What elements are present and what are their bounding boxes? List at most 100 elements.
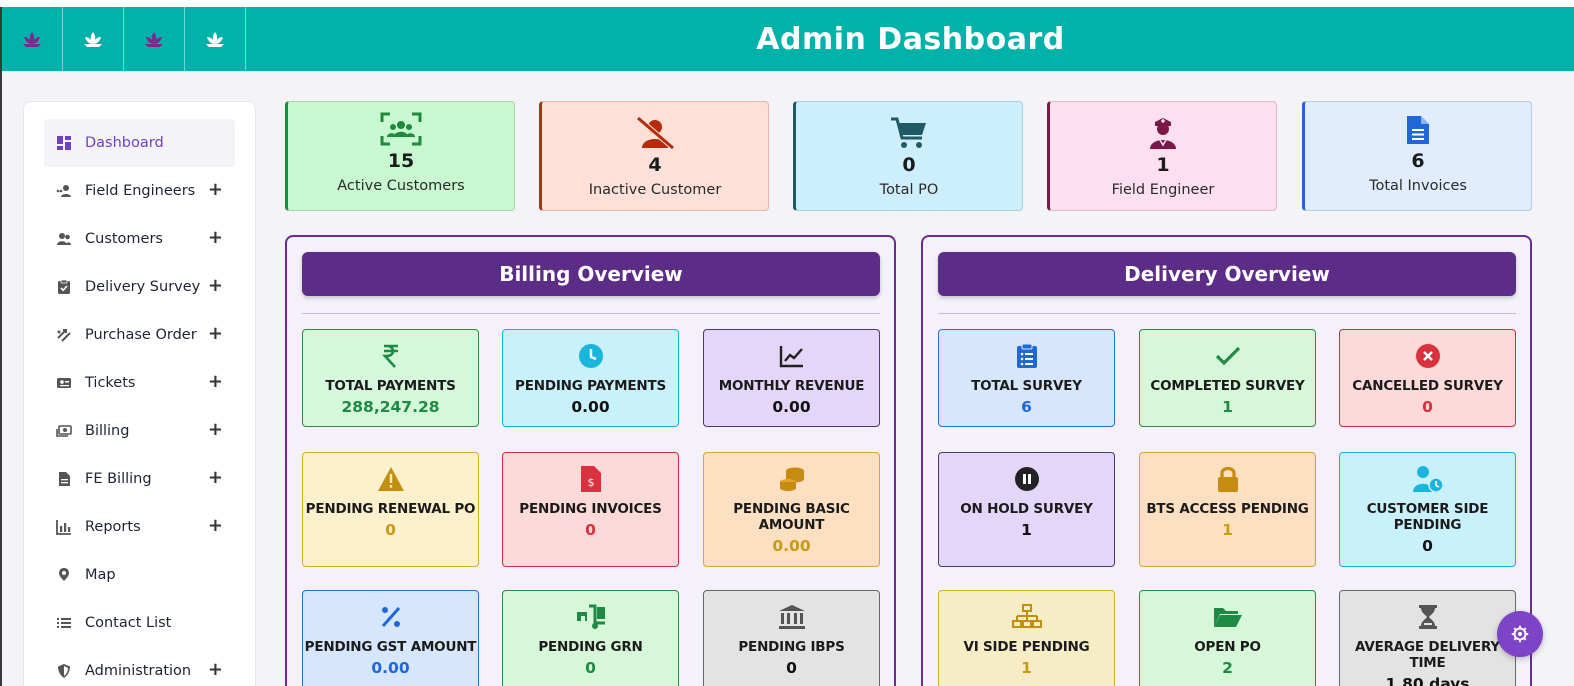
engineer-icon: [1148, 110, 1178, 150]
sidebar-item-tickets[interactable]: Tickets +: [44, 359, 235, 407]
stat-card-total-invoices[interactable]: 6 Total Invoices: [1302, 101, 1532, 211]
sidebar-item-label: Dashboard: [85, 135, 164, 151]
expand-icon[interactable]: +: [208, 420, 223, 440]
kpi-card-pending-basic-amount[interactable]: PENDING BASIC AMOUNT 0.00: [703, 452, 880, 567]
billing-overview-panel: Billing Overview TOTAL PAYMENTS 288,247.…: [285, 235, 896, 686]
stat-card-active-customers[interactable]: 15 Active Customers: [285, 101, 515, 211]
customers-icon: [55, 230, 73, 248]
kpi-card-on-hold-survey[interactable]: ON HOLD SURVEY 1: [938, 452, 1115, 567]
svg-text:$: $: [587, 476, 594, 489]
engineers-icon: [55, 182, 73, 200]
sidebar-item-administration[interactable]: Administration +: [44, 647, 235, 686]
kpi-label: TOTAL SURVEY: [971, 378, 1082, 394]
kpi-value: 1: [1222, 398, 1233, 416]
x-circle-icon: [1415, 342, 1441, 370]
kpi-card-completed-survey[interactable]: COMPLETED SURVEY 1: [1139, 329, 1316, 427]
stat-card-total-po[interactable]: 0 Total PO: [793, 101, 1023, 211]
expand-icon[interactable]: +: [208, 324, 223, 344]
kpi-card-pending-gst-amount[interactable]: PENDING GST AMOUNT 0.00: [302, 590, 479, 686]
kpi-card-pending-grn[interactable]: PENDING GRN 0: [502, 590, 679, 686]
lotus-icon: [206, 32, 224, 47]
line-chart-icon: [779, 342, 805, 370]
list-icon: [55, 614, 73, 632]
clipboard-list-icon: [1016, 342, 1038, 370]
kpi-label: PENDING RENEWAL PO: [305, 501, 476, 517]
stat-label: Inactive Customer: [588, 182, 722, 198]
lotus-logo-cell[interactable]: [63, 7, 124, 71]
settings-icon: [1511, 625, 1529, 643]
money-icon: [55, 422, 73, 440]
kpi-card-average-delivery-time[interactable]: AVERAGE DELIVERY TIME 1.80 days: [1339, 590, 1516, 686]
stat-label: Total PO: [879, 182, 939, 198]
expand-icon[interactable]: +: [208, 228, 223, 248]
kpi-value: 0: [1422, 537, 1433, 555]
expand-icon[interactable]: +: [208, 276, 223, 296]
panel-title: Delivery Overview: [938, 252, 1516, 296]
expand-icon[interactable]: +: [208, 180, 223, 200]
kpi-card-pending-renewal-po[interactable]: PENDING RENEWAL PO 0: [302, 452, 479, 567]
stat-value: 1: [1156, 154, 1170, 176]
kpi-value: 288,247.28: [341, 398, 440, 416]
sidebar-item-purchase-order[interactable]: Purchase Order +: [44, 311, 235, 359]
stat-card-inactive-customer[interactable]: 4 Inactive Customer: [539, 101, 769, 211]
lotus-logo-cell[interactable]: [2, 7, 63, 71]
kpi-value: 0: [385, 521, 396, 539]
lotus-logo-cell[interactable]: [124, 7, 185, 71]
expand-icon[interactable]: +: [208, 660, 223, 680]
sidebar-item-fe-billing[interactable]: FE Billing +: [44, 455, 235, 503]
kpi-card-open-po[interactable]: OPEN PO 2: [1139, 590, 1316, 686]
kpi-card-vi-side-pending[interactable]: VI SIDE PENDING 1: [938, 590, 1115, 686]
stat-value: 4: [648, 154, 662, 176]
kpi-card-monthly-revenue[interactable]: MONTHLY REVENUE 0.00: [703, 329, 880, 427]
kpi-label: PENDING INVOICES: [519, 501, 662, 517]
hourglass-icon: [1418, 603, 1438, 631]
kpi-card-pending-ibps[interactable]: PENDING IBPS 0: [703, 590, 880, 686]
kpi-card-cancelled-survey[interactable]: CANCELLED SURVEY 0: [1339, 329, 1516, 427]
kpi-label: PENDING BASIC AMOUNT: [733, 501, 850, 533]
sidebar-item-label: FE Billing: [85, 471, 152, 487]
kpi-value: 0.00: [571, 398, 610, 416]
kpi-card-pending-payments[interactable]: PENDING PAYMENTS 0.00: [502, 329, 679, 427]
sidebar-item-customers[interactable]: Customers +: [44, 215, 235, 263]
sidebar-item-dashboard[interactable]: Dashboard: [44, 119, 235, 167]
network-icon: [1011, 603, 1042, 631]
sidebar-item-label: Contact List: [85, 615, 172, 631]
sidebar-item-map[interactable]: Map: [44, 551, 235, 599]
kpi-card-total-survey[interactable]: TOTAL SURVEY 6: [938, 329, 1115, 427]
percent-icon: [380, 603, 402, 631]
delivery-overview-panel: Delivery Overview TOTAL SURVEY 6 COMPLET…: [921, 235, 1532, 686]
expand-icon[interactable]: +: [208, 468, 223, 488]
kpi-card-total-payments[interactable]: TOTAL PAYMENTS 288,247.28: [302, 329, 479, 427]
sidebar-item-label: Customers: [85, 231, 163, 247]
settings-button[interactable]: [1497, 611, 1543, 657]
kpi-card-pending-invoices[interactable]: $ PENDING INVOICES 0: [502, 452, 679, 567]
rupee-icon: [381, 342, 401, 370]
sidebar-item-reports[interactable]: Reports +: [44, 503, 235, 551]
kpi-value: 1: [1021, 659, 1032, 677]
kpi-card-customer-side-pending[interactable]: CUSTOMER SIDE PENDING 0: [1339, 452, 1516, 567]
stat-card-field-engineer[interactable]: 1 Field Engineer: [1047, 101, 1277, 211]
stat-value: 0: [902, 154, 916, 176]
stat-label: Total Invoices: [1369, 178, 1467, 194]
stat-label: Active Customers: [337, 178, 465, 194]
kpi-label: PENDING GST AMOUNT: [304, 639, 477, 655]
lotus-logo-cell[interactable]: [185, 7, 246, 71]
sidebar-item-billing[interactable]: Billing +: [44, 407, 235, 455]
top-border: [0, 0, 1574, 7]
sidebar-item-delivery-survey[interactable]: Delivery Survey +: [44, 263, 235, 311]
expand-icon[interactable]: +: [208, 516, 223, 536]
warning-icon: [377, 465, 405, 493]
kpi-card-bts-access-pending[interactable]: BTS ACCESS PENDING 1: [1139, 452, 1316, 567]
user-slash-icon: [635, 110, 675, 150]
kpi-label: PENDING IBPS: [738, 639, 845, 655]
stat-value: 6: [1411, 150, 1425, 172]
sidebar-item-field-engineers[interactable]: Field Engineers +: [44, 167, 235, 215]
sidebar-item-contact-list[interactable]: Contact List: [44, 599, 235, 647]
expand-icon[interactable]: +: [208, 372, 223, 392]
sidebar: Dashboard Field Engineers + Customers + …: [23, 101, 256, 686]
panel-title: Billing Overview: [302, 252, 880, 296]
divider: [302, 313, 880, 314]
kpi-label: CANCELLED SURVEY: [1352, 378, 1503, 394]
kpi-label: MONTHLY REVENUE: [718, 378, 865, 394]
lotus-icon: [84, 32, 102, 47]
